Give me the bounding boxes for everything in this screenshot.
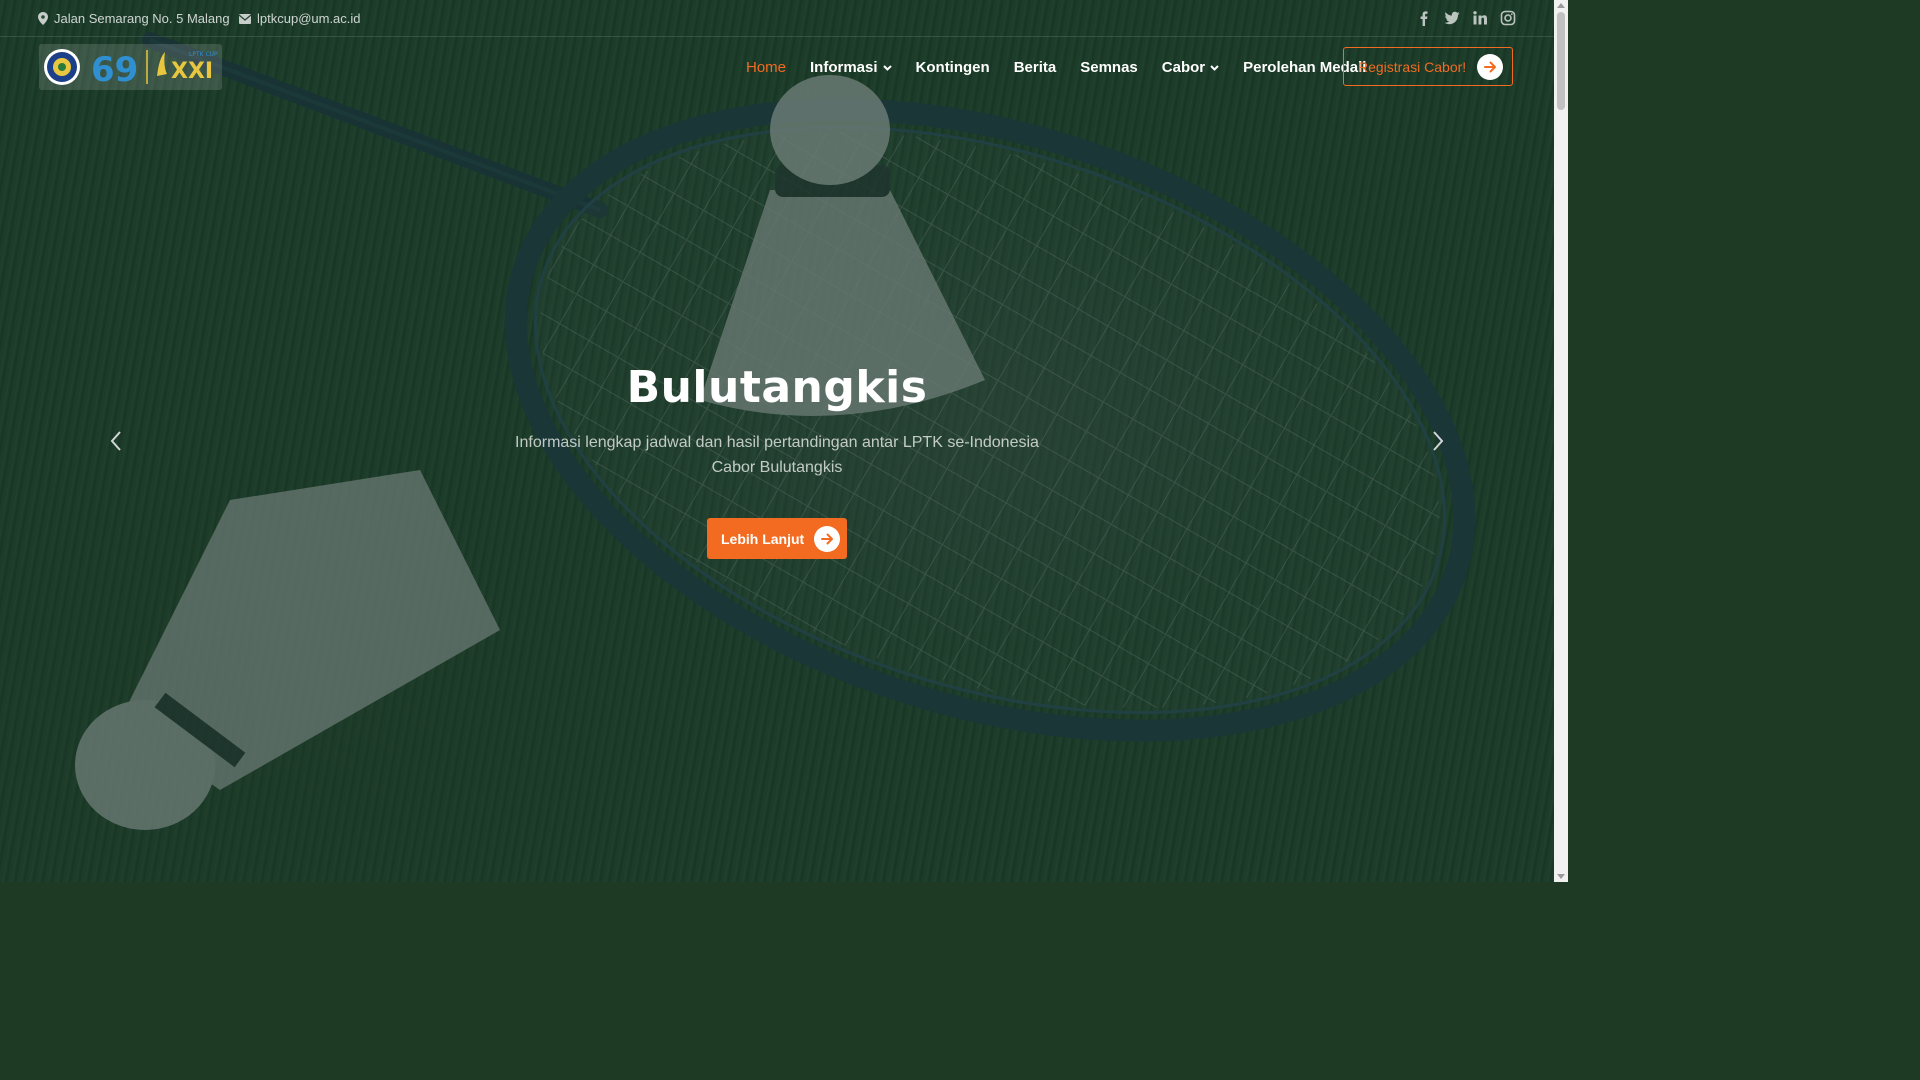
social-links [1404,10,1516,26]
scrollbar-thumb[interactable] [1557,12,1565,110]
nav-item-semnas[interactable]: Semnas [1080,59,1138,76]
hero-subtitle-line: Cabor Bulutangkis [711,459,843,476]
nav-item-berita[interactable]: Berita [1014,59,1057,76]
envelope-icon [239,13,251,24]
page-scrollbar[interactable] [1554,0,1568,882]
anniversary-mark: 69 [91,50,138,90]
nav-label: Informasi [810,59,878,76]
carousel-prev-icon[interactable] [105,428,129,454]
arrow-right-icon [1477,53,1504,80]
arrow-right-icon [814,525,841,552]
nav-item-kontingen[interactable]: Kontingen [916,59,990,76]
email-info[interactable]: lptkcup@um.ac.id [239,11,361,26]
site-logo[interactable]: 69 LPTK CUP XXI [39,44,222,90]
top-info-bar: Jalan Semarang No. 5 Malang lptkcup@um.a… [0,0,1554,37]
twitter-icon[interactable] [1444,10,1460,26]
registrasi-cabor-button[interactable]: Registrasi Cabor! [1343,47,1513,86]
nav-label: Kontingen [915,59,990,76]
hero-subtitle-line: Informasi lengkap jadwal dan hasil perta… [515,434,1039,451]
lebih-lanjut-label: Lebih Lanjut [721,530,805,547]
nav-label: Cabor [1161,59,1206,76]
nav-item-cabor[interactable]: Cabor [1162,59,1219,76]
linkedin-icon[interactable] [1472,10,1488,26]
hero-subtitle: Informasi lengkap jadwal dan hasil perta… [477,430,1077,480]
nav-label: Berita [1013,59,1057,76]
flame-icon [157,52,167,76]
carousel-next-icon[interactable] [1425,428,1449,454]
edition-mark: XXI [171,59,213,84]
nav-label: Home [746,59,787,76]
address-info: Jalan Semarang No. 5 Malang [38,11,230,26]
event-mark: LPTK CUP [189,51,218,58]
nav-label: Semnas [1080,59,1138,76]
email-text: lptkcup@um.ac.id [257,11,361,26]
chevron-down-icon [882,64,892,71]
nav-item-home[interactable]: Home [746,59,786,76]
facebook-icon[interactable] [1416,10,1432,26]
hero-title: Bulutangkis [626,362,928,413]
map-pin-icon [38,12,48,25]
address-text: Jalan Semarang No. 5 Malang [54,11,230,26]
instagram-icon[interactable] [1500,10,1516,26]
lebih-lanjut-button[interactable]: Lebih Lanjut [707,518,847,559]
registrasi-cabor-label: Registrasi Cabor! [1358,58,1467,75]
main-nav: Home Informasi Kontingen Berita Semnas C… [746,59,1390,76]
scroll-up-icon[interactable] [1557,3,1565,8]
nav-item-informasi[interactable]: Informasi [810,59,892,76]
scroll-down-icon[interactable] [1557,874,1565,879]
university-seal-icon [44,49,80,85]
chevron-down-icon [1210,64,1219,71]
